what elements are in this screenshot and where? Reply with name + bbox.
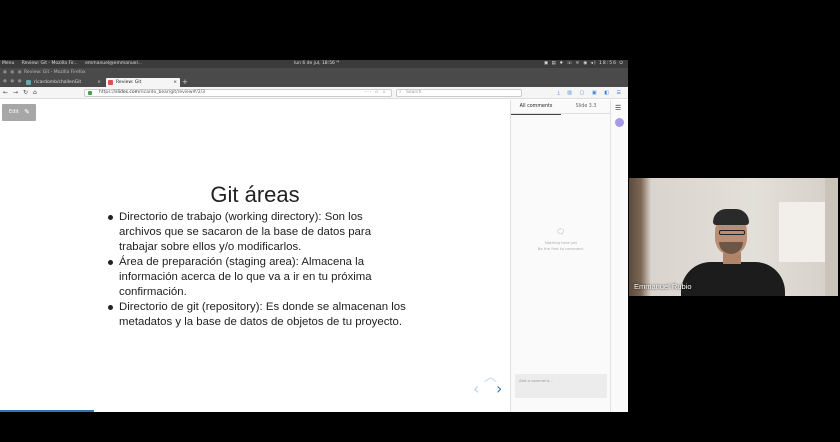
toolbar-extension-icons[interactable]: ⤓ ▥ ▢ ▣ ◧ ☰ [557, 87, 624, 99]
slide-navigation: ︿ ‹ › [472, 370, 508, 400]
empty-comments-title: Nothing here yet [545, 240, 577, 245]
edit-label: Edit [9, 109, 19, 115]
side-rail: ☰ [610, 100, 628, 412]
reload-icon[interactable]: ↻ [23, 87, 28, 99]
slides-favicon-icon [108, 80, 113, 85]
browser-navbar: ← → ↻ ⌂ https://slides.com/ricardo_bear/… [0, 87, 628, 99]
presentation-progress-bar [0, 410, 95, 412]
browser-tabbar: ● ● ● ricardomb/challenGit × Review: Git… [0, 77, 628, 87]
system-tray[interactable]: ▣ ▤ ♦ ☏ ⚟ ◉ ◂) 18:56 ⏻ [544, 60, 624, 68]
bullet-item: Directorio de trabajo (working directory… [106, 210, 406, 255]
person-cap [713, 209, 749, 225]
taskbar-terminal[interactable]: emmanuel@emmanuel... [85, 61, 142, 66]
comment-placeholder: Add a comment... [519, 378, 553, 383]
avatar[interactable] [615, 118, 624, 127]
window-titlebar[interactable]: ● ● ● Review: Git - Mozilla Firefox [0, 68, 628, 77]
edit-button[interactable]: Edit ✎ [2, 104, 36, 121]
new-tab-button[interactable]: + [182, 77, 188, 87]
tab-label: Review: Git [116, 80, 142, 85]
person-torso [681, 262, 785, 296]
search-input[interactable]: ⌕ Search [396, 89, 522, 97]
comments-tabs: All comments Slide 3.3 [511, 100, 611, 115]
window-buttons[interactable]: ● ● ● [3, 77, 23, 87]
url-path: /ricardo_bear/git/review#/2/3 [139, 90, 206, 95]
os-clock[interactable]: lun 6 de jul, 18:56 [294, 61, 335, 66]
os-clock-extra: ❜❜ [336, 61, 340, 66]
tab-label: ricardomb/challenGit [34, 80, 82, 85]
pencil-icon: ✎ [24, 108, 30, 116]
slide-title: Git áreas [210, 182, 300, 207]
url-domain: slides.com [115, 90, 139, 95]
github-favicon-icon [26, 80, 31, 85]
window-controls[interactable]: ● ● ● [3, 68, 23, 77]
url-scheme: https:// [99, 90, 116, 95]
webcam-tile[interactable]: Emmanuel Rubio [629, 178, 838, 296]
participant-name: Emmanuel Rubio [634, 282, 692, 291]
meeting-stage: Menu Review: Git - Mozilla Fir... emmanu… [0, 0, 840, 442]
search-icon: ⌕ [399, 90, 402, 95]
empty-comments-hint: Be the first to comment. [537, 246, 585, 251]
page-actions-icon[interactable]: ··· ☆ ☆ [365, 90, 387, 96]
tab-slide-comments[interactable]: Slide 3.3 [561, 100, 611, 114]
close-icon[interactable]: × [97, 78, 101, 87]
comment-input[interactable]: Add a comment... [515, 374, 607, 398]
os-menu-button[interactable]: Menu [2, 61, 14, 66]
forward-arrow-icon[interactable]: → [13, 87, 18, 99]
search-placeholder: Search [406, 90, 422, 95]
tab-all-comments[interactable]: All comments [511, 100, 561, 115]
taskbar-firefox[interactable]: Review: Git - Mozilla Fir... [22, 61, 78, 66]
os-top-panel: Menu Review: Git - Mozilla Fir... emmanu… [0, 60, 628, 68]
browser-tab-review-git[interactable]: Review: Git × [106, 78, 180, 87]
home-icon[interactable]: ⌂ [33, 87, 37, 99]
comments-panel: All comments Slide 3.3 🗨 Nothing here ye… [510, 100, 611, 412]
comment-bubble-icon: 🗨 [556, 228, 565, 236]
webcam-shelf [825, 178, 838, 296]
bullet-item: Directorio de git (repository): Es donde… [106, 300, 406, 330]
slides-app: Edit ✎ Git áreas Directorio de trabajo (… [0, 100, 628, 412]
url-bar[interactable]: https://slides.com/ricardo_bear/git/revi… [84, 89, 392, 97]
window-title: Review: Git - Mozilla Firefox [24, 70, 86, 75]
browser-tab-challengit[interactable]: ricardomb/challenGit × [24, 78, 104, 87]
person-glasses [719, 230, 745, 235]
chevron-left-icon[interactable]: ‹ [473, 381, 479, 397]
lock-icon [88, 91, 92, 95]
bullet-item: Área de preparación (staging area): Alma… [106, 255, 406, 300]
back-arrow-icon[interactable]: ← [3, 87, 8, 99]
hamburger-menu-icon[interactable]: ☰ [615, 104, 621, 112]
shared-screen: Menu Review: Git - Mozilla Fir... emmanu… [0, 60, 628, 412]
chevron-right-icon[interactable]: › [496, 381, 502, 397]
slide-bullet-list: Directorio de trabajo (working directory… [106, 210, 406, 330]
close-icon[interactable]: × [173, 78, 177, 87]
